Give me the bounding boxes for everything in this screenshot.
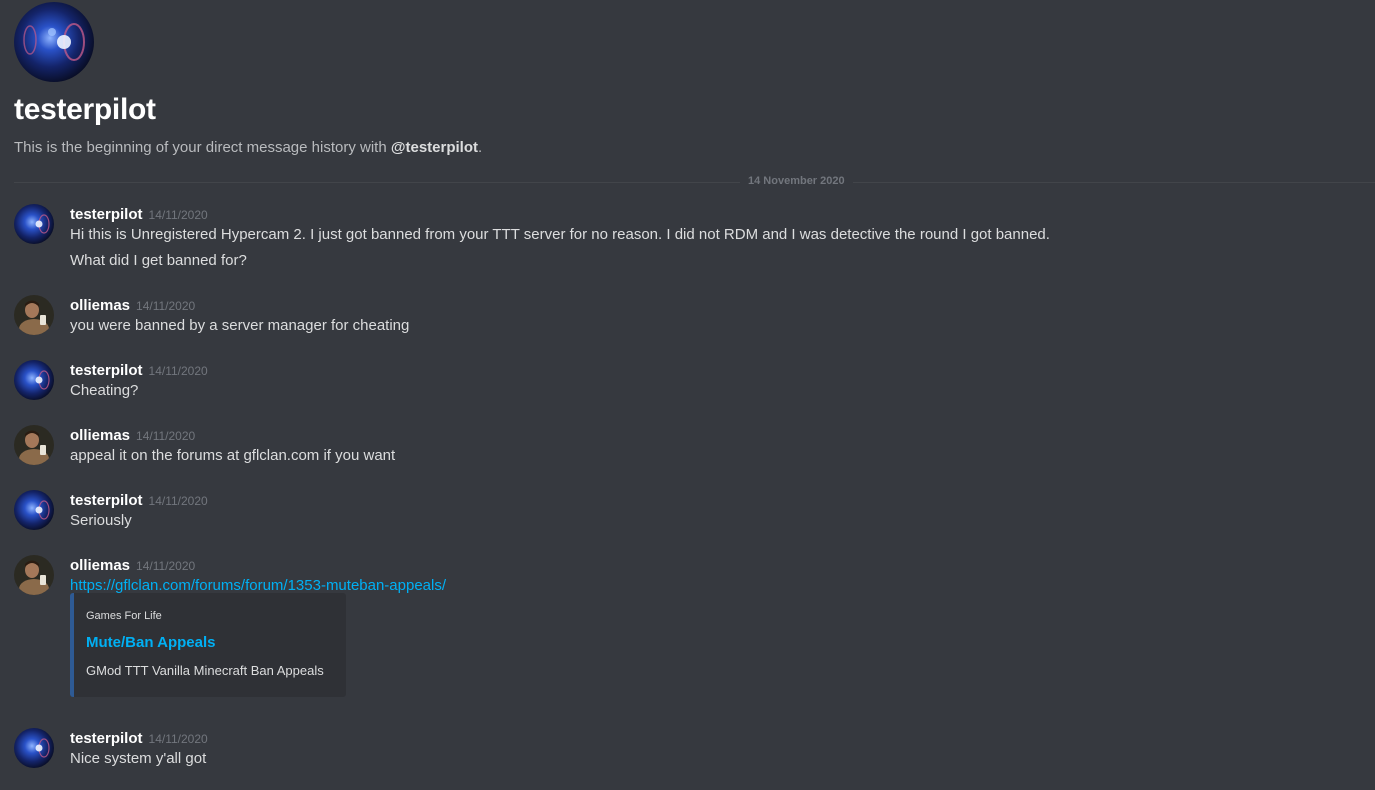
message-timestamp: 14/11/2020 xyxy=(148,208,208,222)
message-header: olliemas 14/11/2020 xyxy=(70,427,195,445)
person-avatar-icon xyxy=(14,295,54,335)
message-header: olliemas 14/11/2020 xyxy=(70,557,195,575)
embed-title-link[interactable]: Mute/Ban Appeals xyxy=(86,634,215,651)
intro-suffix: . xyxy=(478,139,483,156)
message-avatar[interactable] xyxy=(14,360,54,400)
channel-user-name: testerpilot xyxy=(14,93,156,126)
nebula-avatar-icon xyxy=(14,2,94,82)
message-header: testerpilot 14/11/2020 xyxy=(70,730,208,748)
person-avatar-icon xyxy=(14,555,54,595)
embed-description: GMod TTT Vanilla Minecraft Ban Appeals xyxy=(86,663,324,678)
message-timestamp: 14/11/2020 xyxy=(136,429,196,443)
message-link[interactable]: https://gflclan.com/forums/forum/1353-mu… xyxy=(70,577,446,594)
intro-user-mention[interactable]: @testerpilot xyxy=(391,139,478,156)
person-avatar-icon xyxy=(14,425,54,465)
link-embed: Games For Life Mute/Ban Appeals GMod TTT… xyxy=(70,593,346,697)
message-author[interactable]: testerpilot xyxy=(70,362,143,379)
message-text: Hi this is Unregistered Hypercam 2. I ju… xyxy=(70,226,1050,243)
message-avatar[interactable] xyxy=(14,425,54,465)
message-avatar[interactable] xyxy=(14,204,54,244)
profile-avatar[interactable] xyxy=(14,2,94,82)
message-avatar[interactable] xyxy=(14,295,54,335)
message-header: testerpilot 14/11/2020 xyxy=(70,362,208,380)
message-author[interactable]: olliemas xyxy=(70,427,130,444)
message-author[interactable]: testerpilot xyxy=(70,206,143,223)
message-avatar[interactable] xyxy=(14,490,54,530)
message-author[interactable]: testerpilot xyxy=(70,730,143,747)
message-avatar[interactable] xyxy=(14,728,54,768)
message-author[interactable]: olliemas xyxy=(70,557,130,574)
dm-channel: testerpilot This is the beginning of you… xyxy=(0,0,1375,790)
message-text: appeal it on the forums at gflclan.com i… xyxy=(70,447,396,464)
embed-provider: Games For Life xyxy=(86,610,162,622)
nebula-avatar-icon xyxy=(14,360,54,400)
nebula-avatar-icon xyxy=(14,728,54,768)
nebula-avatar-icon xyxy=(14,490,54,530)
message-timestamp: 14/11/2020 xyxy=(148,364,208,378)
message-header: testerpilot 14/11/2020 xyxy=(70,492,208,510)
message-avatar[interactable] xyxy=(14,555,54,595)
message-author[interactable]: olliemas xyxy=(70,297,130,314)
message-timestamp: 14/11/2020 xyxy=(136,559,196,573)
message-timestamp: 14/11/2020 xyxy=(136,299,196,313)
message-text: Cheating? xyxy=(70,382,139,399)
message-text: What did I get banned for? xyxy=(70,252,247,269)
date-divider-label: 14 November 2020 xyxy=(740,175,853,187)
message-text: you were banned by a server manager for … xyxy=(70,317,410,334)
dm-intro-text: This is the beginning of your direct mes… xyxy=(14,139,482,156)
message-text: Nice system y'all got xyxy=(70,750,207,767)
message-text: Seriously xyxy=(70,512,132,529)
message-author[interactable]: testerpilot xyxy=(70,492,143,509)
message-header: olliemas 14/11/2020 xyxy=(70,297,195,315)
message-timestamp: 14/11/2020 xyxy=(148,494,208,508)
message-header: testerpilot 14/11/2020 xyxy=(70,206,208,224)
nebula-avatar-icon xyxy=(14,204,54,244)
message-timestamp: 14/11/2020 xyxy=(148,732,208,746)
intro-prefix: This is the beginning of your direct mes… xyxy=(14,139,391,156)
date-divider xyxy=(14,182,1375,183)
